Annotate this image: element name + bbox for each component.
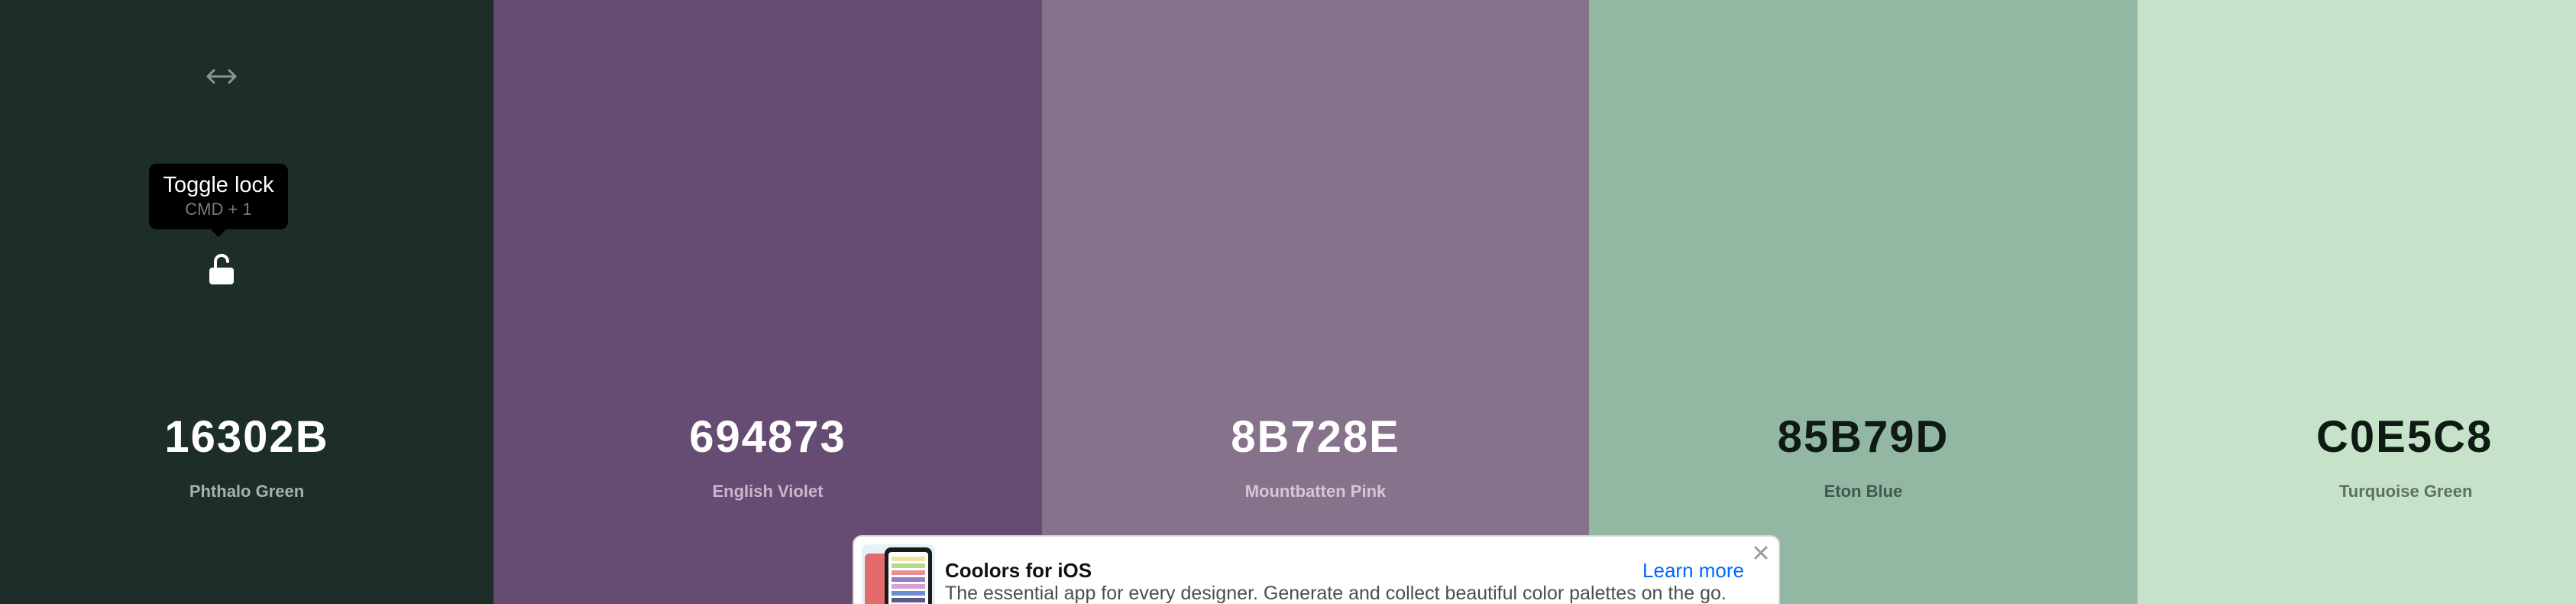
- toggle-lock-tooltip: Toggle lock CMD + 1: [149, 164, 288, 237]
- hex-code[interactable]: C0E5C8: [2316, 408, 2576, 466]
- learn-more-link[interactable]: Learn more: [1642, 558, 1744, 583]
- color-palette: 16302B Phthalo Green 694873 English Viol…: [0, 0, 2576, 604]
- tooltip-shortcut: CMD + 1: [185, 200, 252, 219]
- arrows-horizontal-icon[interactable]: [205, 67, 238, 86]
- app-preview-image: [862, 544, 935, 604]
- hex-code[interactable]: 85B79D: [1589, 408, 2137, 466]
- hex-code[interactable]: 694873: [494, 408, 1042, 466]
- color-swatch-4[interactable]: 85B79D Eton Blue: [1589, 0, 2137, 604]
- unlocked-padlock-icon[interactable]: [206, 252, 237, 286]
- color-name[interactable]: Eton Blue: [1589, 479, 2137, 505]
- banner-title: Coolors for iOS: [945, 559, 1092, 582]
- hex-code[interactable]: 16302B: [0, 408, 494, 466]
- color-name[interactable]: Mountbatten Pink: [1042, 479, 1589, 505]
- color-name[interactable]: Phthalo Green: [0, 479, 494, 505]
- banner-description: The essential app for every designer. Ge…: [945, 583, 1727, 604]
- color-swatch-5[interactable]: C0E5C8 Turquoise Green: [2137, 0, 2576, 604]
- hex-code[interactable]: 8B728E: [1042, 408, 1589, 466]
- color-name[interactable]: English Violet: [494, 479, 1042, 505]
- color-swatch-1[interactable]: 16302B Phthalo Green: [0, 0, 494, 604]
- ios-app-banner[interactable]: Coolors for iOS The essential app for ev…: [853, 535, 1780, 604]
- close-icon[interactable]: [1751, 543, 1771, 563]
- tooltip-title: Toggle lock: [163, 173, 274, 197]
- color-name[interactable]: Turquoise Green: [2339, 479, 2576, 505]
- color-swatch-2[interactable]: 694873 English Violet: [494, 0, 1042, 604]
- color-swatch-3[interactable]: 8B728E Mountbatten Pink: [1042, 0, 1589, 604]
